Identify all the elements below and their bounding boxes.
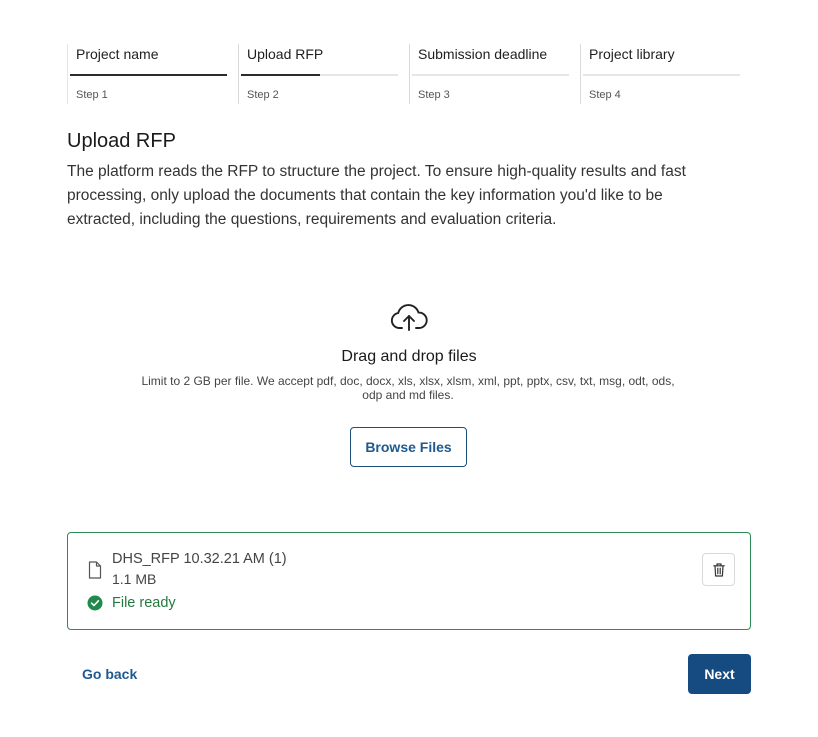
- file-status: File ready: [112, 595, 176, 611]
- cloud-upload-icon: [390, 304, 428, 331]
- file-size: 1.1 MB: [112, 571, 157, 587]
- step-project-library: Project library Step 4: [580, 44, 751, 104]
- step-submission-deadline: Submission deadline Step 3: [409, 44, 580, 104]
- step-label: Project library: [589, 46, 675, 62]
- step-progress-fill: [70, 74, 227, 76]
- step-label: Upload RFP: [247, 46, 324, 62]
- step-progress-bar: [412, 74, 569, 76]
- step-project-name: Project name Step 1: [67, 44, 238, 104]
- step-number: Step 3: [418, 89, 450, 101]
- browse-files-button[interactable]: Browse Files: [350, 427, 467, 467]
- page-title: Upload RFP: [67, 130, 176, 152]
- step-number: Step 2: [247, 89, 279, 101]
- step-number: Step 4: [589, 89, 621, 101]
- document-icon: [88, 561, 102, 579]
- file-name: DHS_RFP 10.32.21 AM (1): [112, 551, 287, 567]
- step-progress-bar: [583, 74, 740, 76]
- step-number: Step 1: [76, 89, 108, 101]
- next-button[interactable]: Next: [688, 654, 751, 694]
- step-progress-fill: [241, 74, 320, 76]
- step-label: Submission deadline: [418, 46, 548, 62]
- page-description: The platform reads the RFP to structure …: [67, 163, 686, 228]
- trash-icon: [712, 562, 725, 577]
- step-progress-bar: [241, 74, 398, 76]
- step-upload-rfp: Upload RFP Step 2: [238, 44, 409, 104]
- check-circle-icon: [87, 595, 103, 611]
- dropzone-hint: Limit to 2 GB per file. We accept pdf, d…: [141, 374, 675, 402]
- step-label: Project name: [76, 46, 159, 62]
- uploaded-file-card: DHS_RFP 10.32.21 AM (1) 1.1 MB File read…: [67, 532, 751, 630]
- go-back-link[interactable]: Go back: [82, 666, 137, 682]
- step-progress-bar: [70, 74, 227, 76]
- dropzone-title: Drag and drop files: [341, 348, 477, 365]
- stepper: Project name Step 1 Upload RFP Step 2 Su…: [67, 44, 751, 104]
- delete-file-button[interactable]: [702, 553, 735, 586]
